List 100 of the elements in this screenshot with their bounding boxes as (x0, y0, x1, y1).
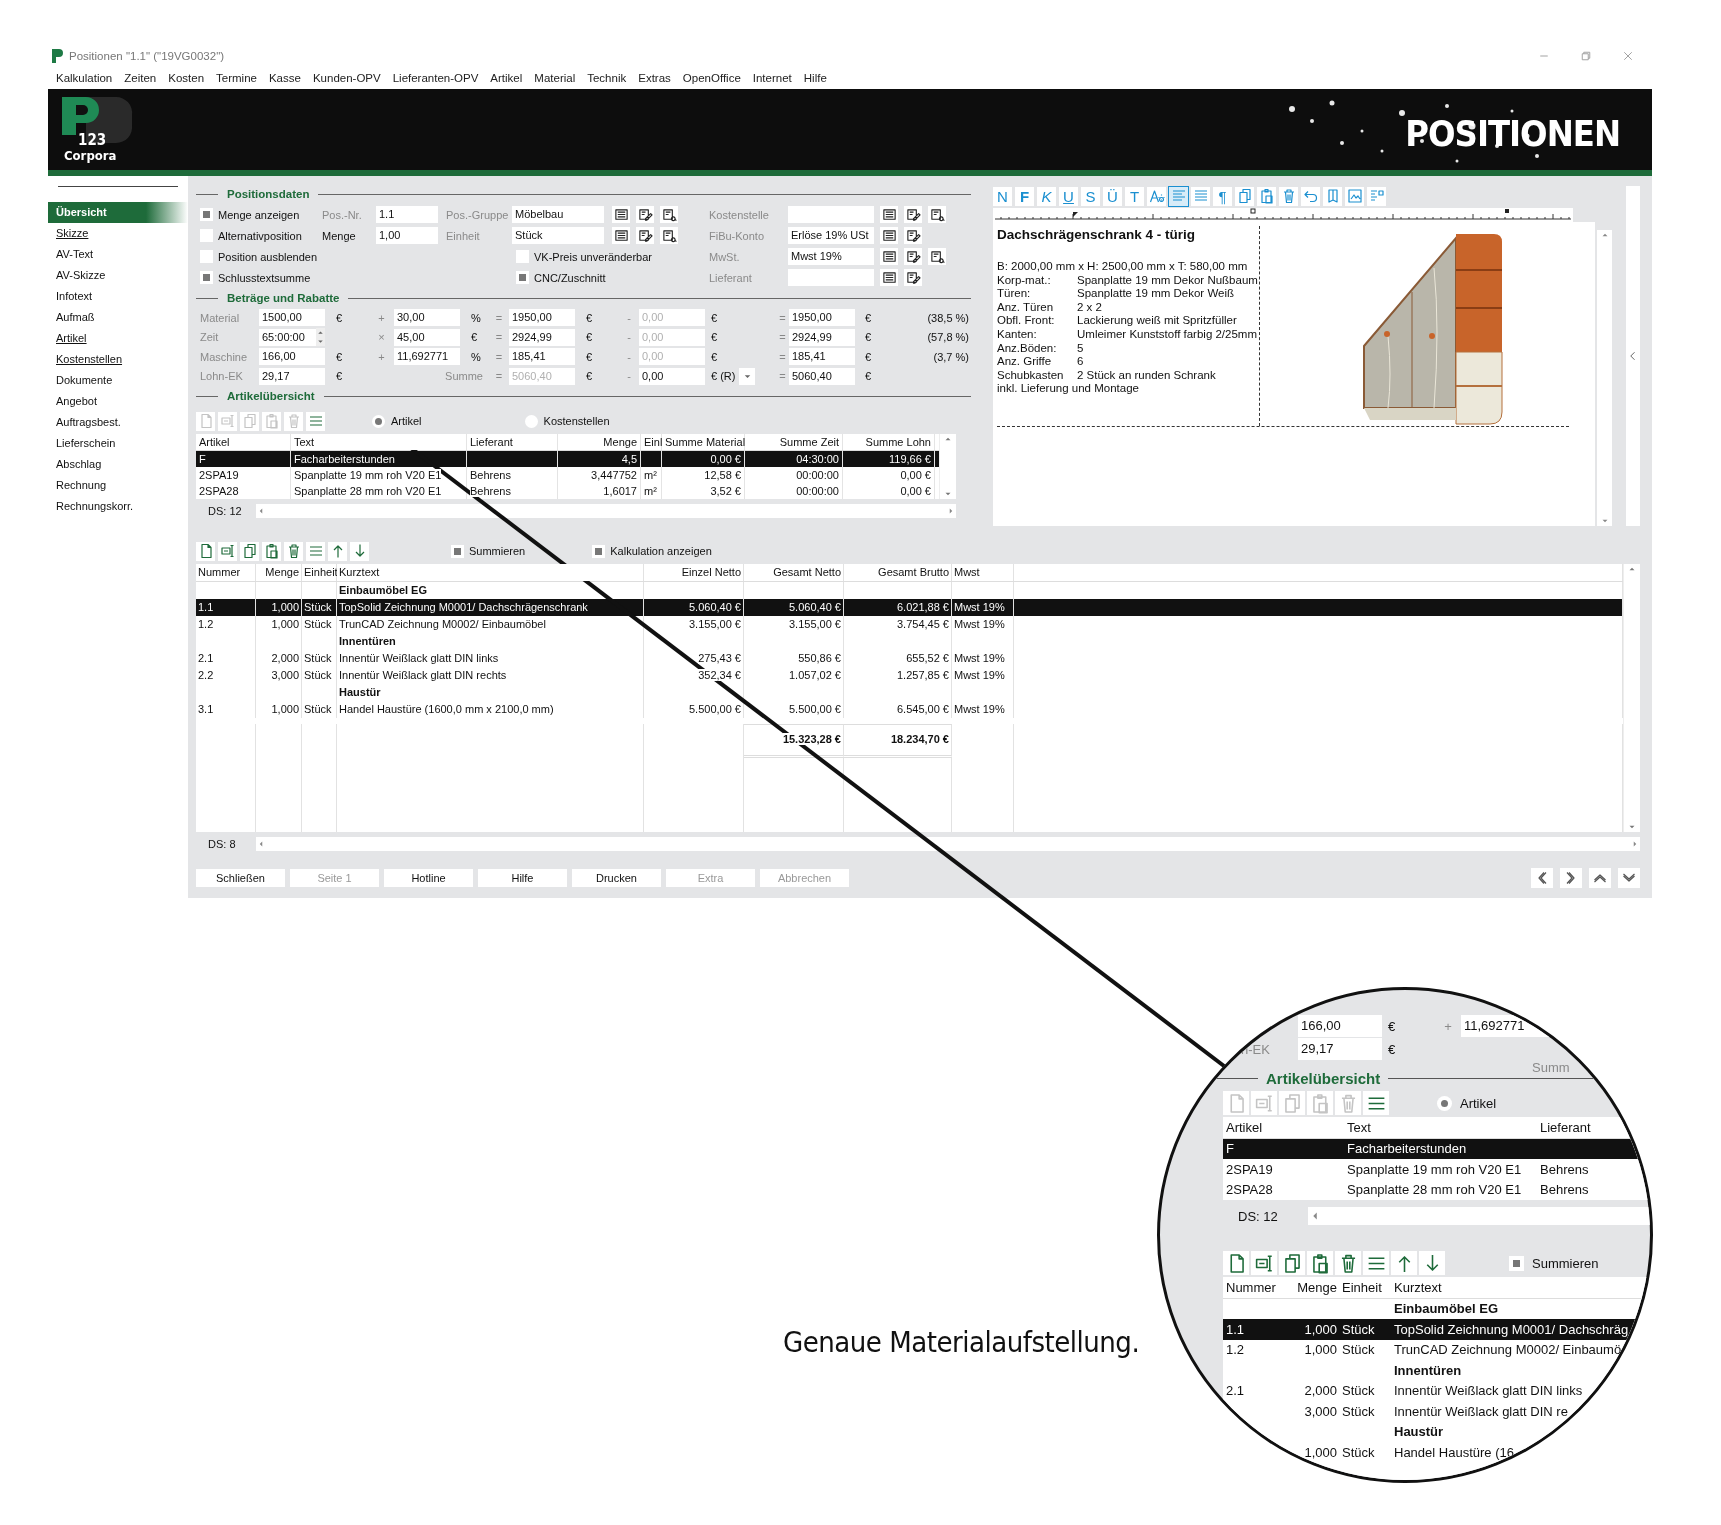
justify-icon[interactable] (1191, 186, 1210, 206)
table-row[interactable]: 1.1 1,000 Stück TopSolid Zeichnung M0001/ Dachschrägenschrank 5.060,40 € 5.060,40 € 6.021,88 € Mwst 19% (196, 599, 1623, 616)
menu-item[interactable]: Internet (752, 72, 792, 84)
text-field[interactable]: 1950,00 (789, 309, 855, 327)
sidebar-item[interactable]: Abschlag (48, 454, 188, 475)
text-field[interactable]: 29,17 (1298, 1038, 1382, 1060)
list-icon[interactable] (880, 227, 898, 244)
menu-item[interactable]: Kasse (268, 72, 301, 84)
checkbox[interactable] (200, 271, 213, 284)
table-row[interactable]: 2SPA28 Spanplatte 28 mm roh V20 E1 Behrens 1,6017 m² 3,52 € 00:00:00 0,00 € (196, 483, 939, 499)
table-row[interactable]: 1,000 Stück Handel Haustüre (16 (1223, 1442, 1650, 1463)
sidebar-item[interactable]: Infotext (48, 286, 188, 307)
table-row[interactable]: Innentüren (196, 633, 1623, 650)
table-row[interactable]: Innentüren (1223, 1360, 1650, 1381)
sidebar-item[interactable]: Angebot (48, 391, 188, 412)
image-icon[interactable] (1345, 186, 1364, 206)
format-button[interactable]: U (1059, 186, 1078, 206)
checkbox[interactable] (1509, 1255, 1524, 1271)
sidebar-item[interactable]: Dokumente (48, 370, 188, 391)
rename-icon[interactable] (218, 541, 237, 561)
chevron-right-icon[interactable] (1560, 868, 1582, 888)
menu-item[interactable]: Kalkulation (56, 72, 113, 84)
table-row[interactable]: 2.2 3,000 Stück Innentür Weißlack glatt DIN rechts 352,34 € 1.057,02 € 1.257,85 € Mwst 19% (196, 667, 1623, 684)
menu-item[interactable]: Extras (638, 72, 671, 84)
column-header[interactable]: Artikel (196, 434, 291, 450)
table-row[interactable]: 15.323,28 € 18.234,70 € (196, 724, 1623, 758)
new-document-icon[interactable] (196, 541, 215, 561)
sidebar-item[interactable]: Rechnung (48, 475, 188, 496)
text-field[interactable]: 11,692771 (394, 348, 460, 366)
menu-item[interactable]: Lieferanten-OPV (392, 72, 479, 84)
font-settings-icon[interactable] (1147, 186, 1166, 206)
table-row[interactable]: Einbaumöbel EG (1223, 1298, 1650, 1319)
text-field[interactable]: 2924,99 (789, 328, 855, 346)
radio-button[interactable] (1437, 1095, 1452, 1111)
menu-item[interactable]: Kunden-OPV (312, 72, 381, 84)
format-button[interactable]: ¶ (1213, 186, 1232, 206)
list-icon[interactable] (880, 248, 898, 265)
checkbox[interactable] (200, 250, 213, 263)
text-field[interactable]: 45,00 (394, 328, 460, 346)
arrow-down-icon[interactable] (1419, 1251, 1445, 1275)
table-row[interactable]: 2SPA19 Spanplatte 19 mm roh V20 E1 Behrens (1223, 1159, 1650, 1180)
horizontal-scrollbar[interactable] (1308, 1207, 1650, 1225)
checkbox[interactable] (516, 271, 529, 284)
list-icon[interactable] (612, 227, 630, 244)
action-button[interactable]: Hotline (384, 869, 473, 887)
paste-icon[interactable] (1307, 1251, 1333, 1275)
paste-icon[interactable] (262, 541, 281, 561)
table-row[interactable]: 2.1 2,000 Stück Innentür Weißlack glatt DIN links 275,43 € 550,86 € 655,52 € Mwst 19% (196, 650, 1623, 667)
align-left-icon[interactable] (1169, 186, 1188, 206)
copy-icon[interactable] (240, 541, 259, 561)
text-field[interactable]: 185,41 (789, 348, 855, 366)
column-header[interactable]: Mwst (952, 564, 1014, 581)
column-header[interactable]: Kurztext (337, 564, 644, 581)
text-field[interactable]: 166,00 (1298, 1015, 1382, 1037)
text-field[interactable]: 166,00 (259, 348, 325, 366)
sidebar-item[interactable]: Rechnungskorr. (48, 496, 188, 517)
text-field[interactable]: 29,17 (259, 367, 325, 385)
format-button[interactable]: Ü (1103, 186, 1122, 206)
chevron-down-icon[interactable] (1618, 868, 1640, 888)
horizontal-scrollbar[interactable] (256, 837, 1640, 851)
sidebar-item[interactable]: AV-Text (48, 244, 188, 265)
table-row[interactable]: Haustür (196, 684, 1623, 701)
table-row[interactable]: 2SPA28 Spanplatte 28 mm roh V20 E1 Behrens (1223, 1179, 1650, 1200)
sidebar-item[interactable]: Aufmaß (48, 307, 188, 328)
arrow-down-icon[interactable] (350, 541, 369, 561)
search-icon[interactable] (928, 206, 946, 223)
sidebar-item[interactable]: Skizze (48, 223, 188, 244)
column-header[interactable]: Menge (1293, 1279, 1339, 1295)
action-button[interactable]: Hilfe (478, 869, 567, 887)
copy-icon[interactable] (1279, 1251, 1305, 1275)
lines-icon[interactable] (1363, 1091, 1389, 1115)
new-document-icon[interactable] (1223, 1251, 1249, 1275)
search-icon[interactable] (660, 227, 678, 244)
spinner-field[interactable]: 65:00:00 (259, 328, 325, 346)
menu-item[interactable]: Material (534, 72, 576, 84)
rename-icon[interactable] (1251, 1251, 1277, 1275)
checkbox[interactable] (516, 250, 529, 263)
edit-icon[interactable] (636, 227, 654, 244)
format-button[interactable]: S (1081, 186, 1100, 206)
layout-icon[interactable] (1367, 186, 1386, 206)
edit-icon[interactable] (904, 269, 922, 286)
arrow-up-icon[interactable] (328, 541, 347, 561)
page-icon[interactable] (1323, 186, 1342, 206)
column-header[interactable]: Nummer (196, 564, 256, 581)
list-icon[interactable] (880, 269, 898, 286)
vertical-scrollbar[interactable] (1597, 230, 1612, 526)
trash-icon[interactable] (1335, 1251, 1361, 1275)
sidebar-item[interactable]: Artikel (48, 328, 188, 349)
trash-icon[interactable] (284, 541, 303, 561)
checkbox[interactable] (200, 208, 213, 221)
trash-icon[interactable] (1279, 186, 1298, 206)
text-field[interactable]: 1950,00 (509, 309, 575, 327)
lines-icon[interactable] (1363, 1251, 1389, 1275)
sidebar-item[interactable]: Lieferschein (48, 433, 188, 454)
menu-item[interactable]: Technik (587, 72, 627, 84)
text-field[interactable]: 0,00 (639, 367, 705, 385)
column-header[interactable]: Artikel (1223, 1119, 1344, 1135)
table-row[interactable]: 2SPA19 Spanplatte 19 mm roh V20 E1 Behrens 3,447752 m² 12,58 € 00:00:00 0,00 € (196, 467, 939, 483)
chevron-up-icon[interactable] (1589, 868, 1611, 888)
text-field[interactable]: 1500,00 (259, 309, 325, 327)
